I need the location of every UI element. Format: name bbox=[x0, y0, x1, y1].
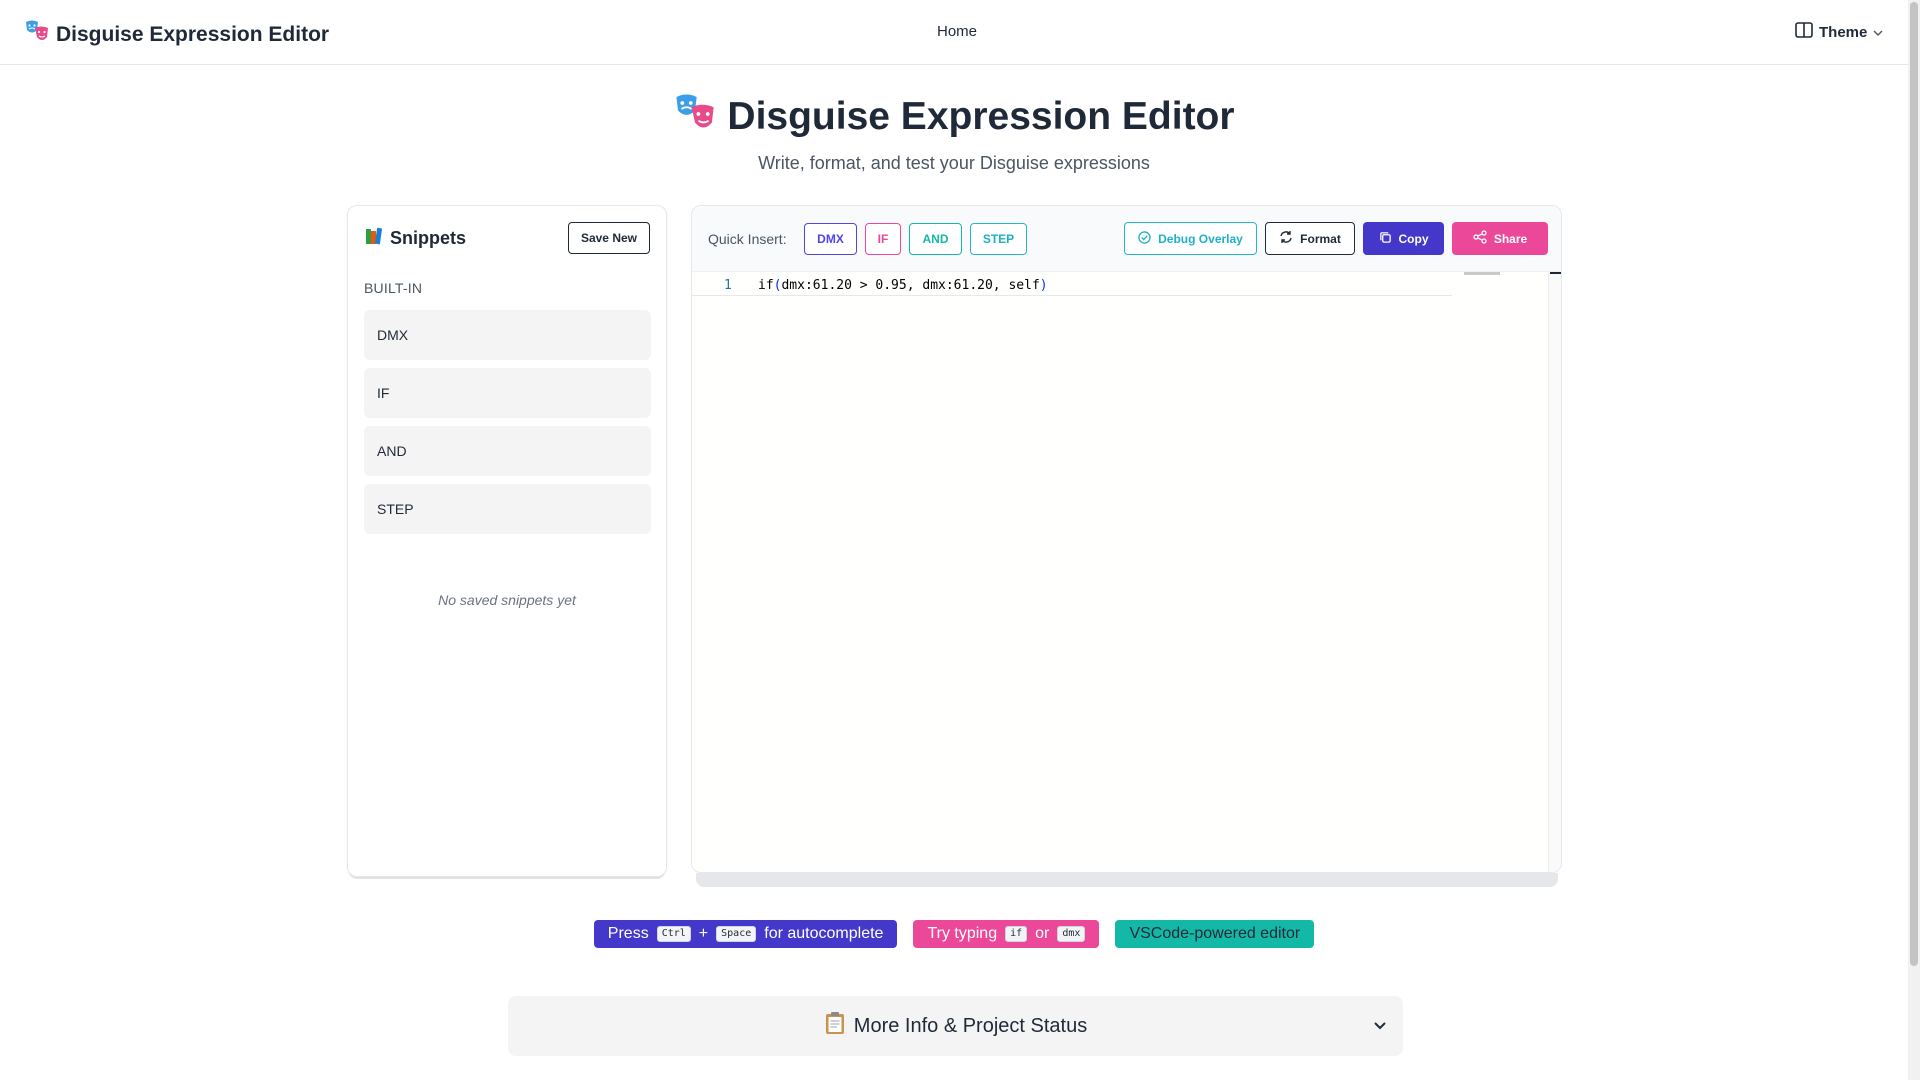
hint-text: + bbox=[698, 925, 709, 942]
hint-text: Try typing bbox=[927, 925, 998, 942]
copy-icon bbox=[1379, 231, 1392, 247]
snippet-item-and[interactable]: AND bbox=[364, 426, 651, 476]
snippets-heading: Snippets bbox=[364, 226, 466, 251]
builtin-section-label: BUILT-IN bbox=[364, 280, 423, 296]
code-line[interactable]: if(dmx:61.20 > 0.95, dmx:61.20, self) bbox=[758, 278, 1048, 293]
ctrl-key: Ctrl bbox=[656, 926, 691, 942]
share-label: Share bbox=[1493, 231, 1528, 246]
if-key: if bbox=[1005, 926, 1028, 942]
debug-overlay-button[interactable]: Debug Overlay bbox=[1124, 222, 1257, 255]
theater-masks-icon bbox=[24, 19, 50, 50]
nav-home-link[interactable]: Home bbox=[937, 23, 977, 40]
page-header: Disguise Expression Editor Write, format… bbox=[0, 92, 1908, 174]
page-scrollbar-thumb[interactable] bbox=[1910, 2, 1918, 966]
code-arguments: dmx:61.20 > 0.95, dmx:61.20, self bbox=[781, 278, 1040, 293]
quick-insert-dmx-button[interactable]: DMX bbox=[804, 223, 857, 255]
editor-vertical-scrollbar[interactable] bbox=[1548, 272, 1561, 872]
typing-hint-badge: Try typing if or dmx bbox=[913, 920, 1100, 948]
hint-text: Press bbox=[607, 925, 649, 942]
hint-text: or bbox=[1035, 925, 1050, 942]
editor-panel: Quick Insert: DMX IF AND STEP Debug Over… bbox=[691, 205, 1562, 873]
theme-dropdown[interactable]: Theme bbox=[1795, 22, 1883, 42]
share-icon bbox=[1473, 230, 1487, 247]
overview-ruler-cursor bbox=[1550, 272, 1561, 274]
snippets-panel: Snippets Save New BUILT-IN DMX IF AND ST… bbox=[347, 205, 667, 877]
quick-insert-step-button[interactable]: STEP bbox=[970, 223, 1027, 255]
books-icon bbox=[364, 226, 384, 251]
more-info-collapse[interactable]: More Info & Project Status bbox=[508, 996, 1403, 1056]
page-title: Disguise Expression Editor bbox=[727, 94, 1235, 138]
check-circle-icon bbox=[1138, 230, 1151, 247]
no-saved-snippets-text: No saved snippets yet bbox=[438, 592, 576, 608]
share-button[interactable]: Share bbox=[1452, 222, 1548, 255]
autocomplete-hint-badge: Press Ctrl + Space for autocomplete bbox=[593, 920, 898, 948]
format-button[interactable]: Format bbox=[1265, 222, 1355, 255]
debug-overlay-label: Debug Overlay bbox=[1158, 231, 1243, 246]
editor-minimap[interactable] bbox=[1464, 272, 1500, 275]
theater-masks-icon bbox=[673, 92, 717, 141]
brand-link[interactable]: Disguise Expression Editor bbox=[24, 19, 329, 50]
chevron-down-icon bbox=[1373, 1018, 1387, 1036]
page-subtitle: Write, format, and test your Disguise ex… bbox=[758, 153, 1150, 173]
copy-button[interactable]: Copy bbox=[1363, 222, 1444, 255]
code-editor[interactable]: 1 if(dmx:61.20 > 0.95, dmx:61.20, self) bbox=[692, 272, 1548, 872]
vscode-hint-badge: VSCode-powered editor bbox=[1115, 920, 1315, 948]
snippet-item-dmx[interactable]: DMX bbox=[364, 310, 651, 360]
navbar: Disguise Expression Editor Home Theme bbox=[0, 0, 1908, 65]
format-label: Format bbox=[1300, 231, 1341, 246]
hint-badges: Press Ctrl + Space for autocomplete Try … bbox=[0, 920, 1908, 948]
code-close-paren: ) bbox=[1039, 278, 1048, 293]
space-key: Space bbox=[716, 926, 757, 942]
hint-text: for autocomplete bbox=[764, 925, 884, 942]
quick-insert-and-button[interactable]: AND bbox=[909, 223, 962, 255]
more-info-title: More Info & Project Status bbox=[853, 1014, 1088, 1037]
refresh-icon bbox=[1279, 230, 1293, 247]
builtin-snippet-list: DMX IF AND STEP bbox=[364, 310, 651, 542]
editor-toolbar: Quick Insert: DMX IF AND STEP Debug Over… bbox=[692, 206, 1561, 272]
line-number: 1 bbox=[724, 278, 732, 293]
save-new-button[interactable]: Save New bbox=[567, 222, 650, 254]
clipboard-icon bbox=[824, 1011, 846, 1041]
copy-label: Copy bbox=[1398, 231, 1429, 246]
chevron-down-icon bbox=[1873, 24, 1883, 41]
snippet-item-step[interactable]: STEP bbox=[364, 484, 651, 534]
dmx-key: dmx bbox=[1057, 926, 1086, 942]
snippet-item-if[interactable]: IF bbox=[364, 368, 651, 418]
theme-label: Theme bbox=[1819, 23, 1868, 41]
snippets-title: Snippets bbox=[390, 227, 467, 248]
brand-title: Disguise Expression Editor bbox=[56, 22, 330, 46]
quick-insert-if-button[interactable]: IF bbox=[865, 223, 901, 255]
editor-horizontal-scrollbar[interactable] bbox=[696, 873, 1558, 887]
code-function: if bbox=[758, 278, 774, 293]
quick-insert-label: Quick Insert: bbox=[708, 231, 787, 247]
columns-icon bbox=[1795, 22, 1813, 42]
